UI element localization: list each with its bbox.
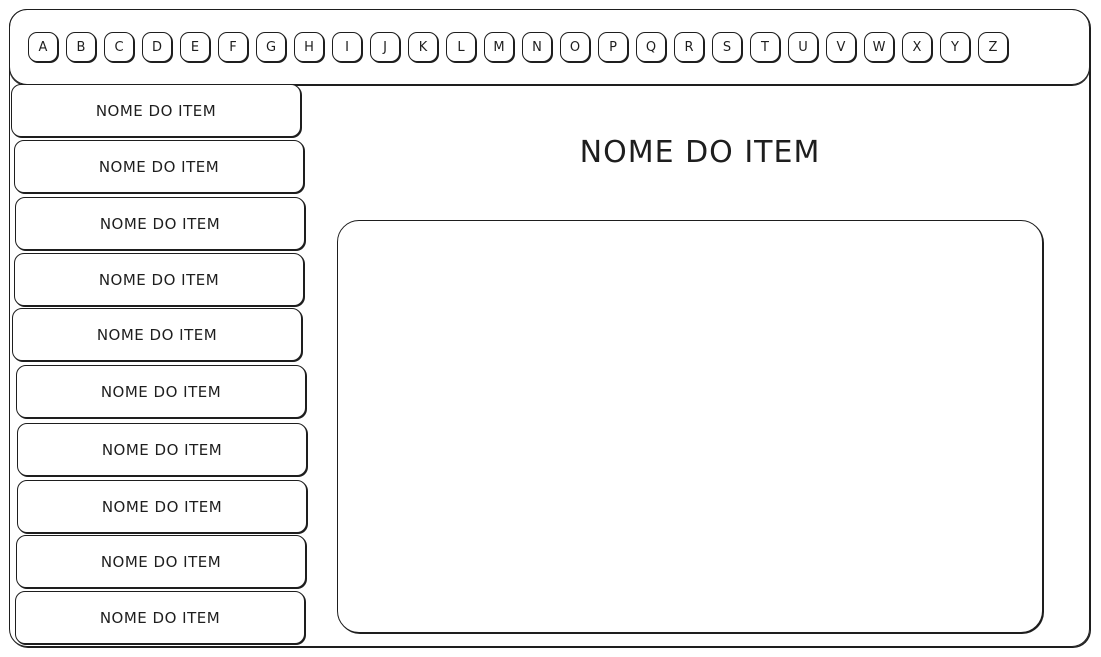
sidebar-item[interactable]: NOME DO ITEM — [15, 197, 305, 250]
letter-button-y[interactable]: Y — [940, 32, 970, 62]
sidebar-item[interactable]: NOME DO ITEM — [14, 140, 304, 193]
letter-button-p[interactable]: P — [598, 32, 628, 62]
sidebar-item[interactable]: NOME DO ITEM — [14, 253, 304, 306]
sidebar-item-label: NOME DO ITEM — [101, 497, 223, 516]
sidebar-item[interactable]: NOME DO ITEM — [11, 84, 301, 137]
letter-button-u[interactable]: U — [788, 32, 818, 62]
sidebar-item-label: NOME DO ITEM — [100, 552, 222, 571]
sidebar-item-label: NOME DO ITEM — [95, 101, 217, 120]
letter-button-n[interactable]: N — [522, 32, 552, 62]
letter-button-x[interactable]: X — [902, 32, 932, 62]
letter-button-c[interactable]: C — [104, 32, 134, 62]
sidebar-item-label: NOME DO ITEM — [96, 325, 218, 344]
sidebar-item-label: NOME DO ITEM — [100, 382, 222, 401]
letter-button-v[interactable]: V — [826, 32, 856, 62]
letter-button-m[interactable]: M — [484, 32, 514, 62]
detail-title: NOME DO ITEM — [579, 135, 821, 170]
sidebar-item[interactable]: NOME DO ITEM — [17, 423, 307, 476]
alphabet-index-bar: ABCDEFGHIJKLMNOPQRSTUVWXYZ — [9, 9, 1090, 85]
letter-button-d[interactable]: D — [142, 32, 172, 62]
letter-button-a[interactable]: A — [28, 32, 58, 62]
sidebar-item-label: NOME DO ITEM — [98, 157, 220, 176]
sidebar-item[interactable]: NOME DO ITEM — [12, 308, 302, 361]
sidebar-item-label: NOME DO ITEM — [101, 440, 223, 459]
letter-button-s[interactable]: S — [712, 32, 742, 62]
sidebar-item[interactable]: NOME DO ITEM — [15, 591, 305, 644]
letter-button-k[interactable]: K — [408, 32, 438, 62]
letter-button-w[interactable]: W — [864, 32, 894, 62]
letter-button-z[interactable]: Z — [978, 32, 1008, 62]
letter-button-f[interactable]: F — [218, 32, 248, 62]
letter-button-l[interactable]: L — [446, 32, 476, 62]
letter-button-g[interactable]: G — [256, 32, 286, 62]
sidebar-item-label: NOME DO ITEM — [98, 270, 220, 289]
letter-button-h[interactable]: H — [294, 32, 324, 62]
letter-button-t[interactable]: T — [750, 32, 780, 62]
sidebar-item[interactable]: NOME DO ITEM — [16, 365, 306, 418]
letter-button-b[interactable]: B — [66, 32, 96, 62]
detail-content-panel — [337, 220, 1043, 633]
letter-button-r[interactable]: R — [674, 32, 704, 62]
letter-button-o[interactable]: O — [560, 32, 590, 62]
sidebar-item[interactable]: NOME DO ITEM — [17, 480, 307, 533]
letter-button-e[interactable]: E — [180, 32, 210, 62]
letter-button-j[interactable]: J — [370, 32, 400, 62]
sidebar-item-label: NOME DO ITEM — [99, 214, 221, 233]
sidebar-item[interactable]: NOME DO ITEM — [16, 535, 306, 588]
letter-button-q[interactable]: Q — [636, 32, 666, 62]
sidebar-item-label: NOME DO ITEM — [99, 608, 221, 627]
letter-button-i[interactable]: I — [332, 32, 362, 62]
